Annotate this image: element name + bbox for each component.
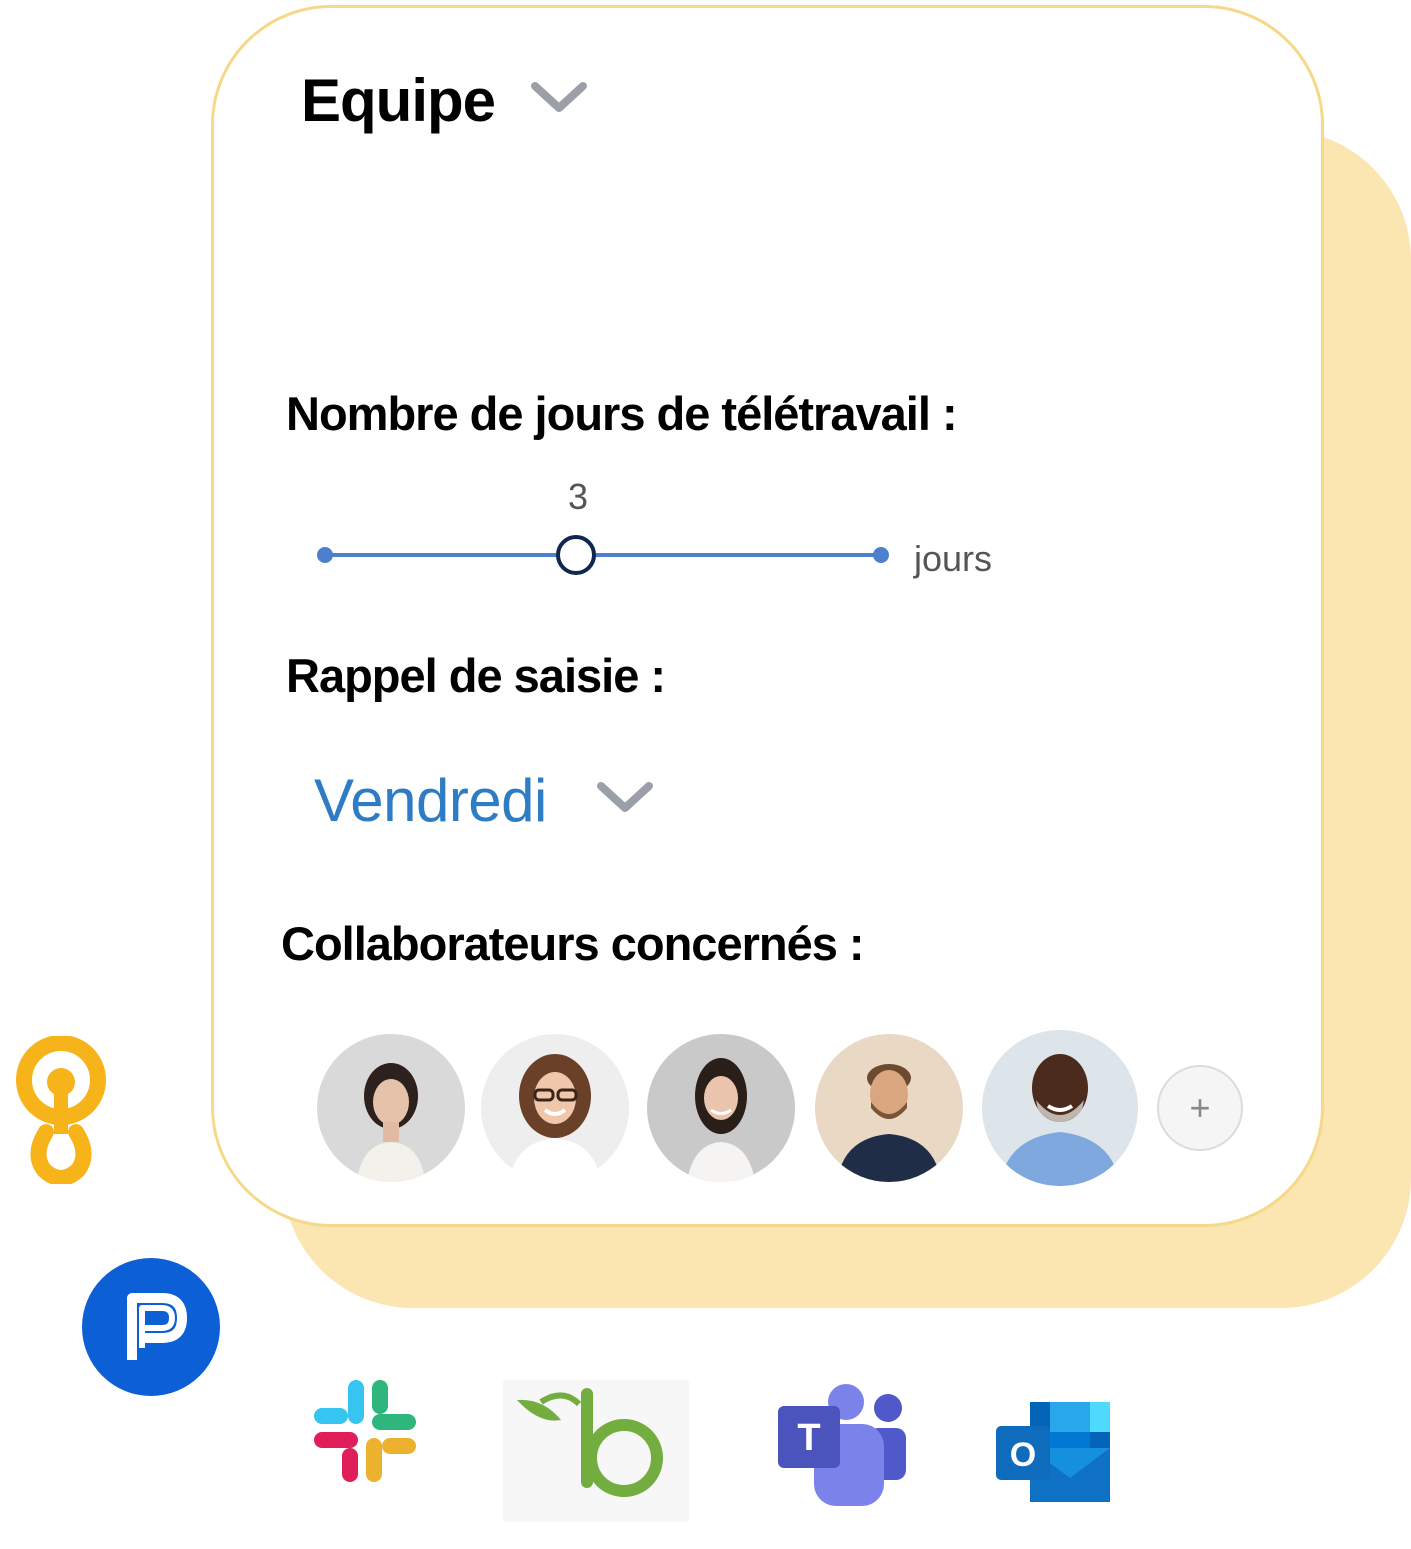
remote-days-title: Nombre de jours de télétravail : <box>286 387 958 440</box>
chevron-down-icon <box>595 780 655 821</box>
bamboohr-icon <box>503 1380 689 1527</box>
teams-letter: T <box>797 1417 820 1459</box>
avatar[interactable] <box>481 1034 629 1182</box>
slider-unit: jours <box>914 538 993 579</box>
team-dropdown[interactable]: Equipe <box>301 66 589 135</box>
avatar[interactable] <box>982 1030 1138 1186</box>
add-collaborator-button[interactable]: + <box>1157 1065 1243 1151</box>
slider-value: 3 <box>567 476 589 517</box>
slider-thumb[interactable] <box>556 535 596 575</box>
settings-card: Equipe Nombre de jours de télétravail : … <box>211 5 1324 1227</box>
plus-icon: + <box>1189 1087 1211 1128</box>
day-label: Vendredi <box>314 767 547 834</box>
slack-icon <box>312 1378 418 1489</box>
microsoft-teams-icon: T <box>776 1382 910 1511</box>
avatar[interactable] <box>815 1034 963 1182</box>
reminder-title: Rappel de saisie : <box>286 649 666 702</box>
outlook-icon: O <box>996 1402 1114 1509</box>
day-dropdown[interactable]: Vendredi <box>314 766 655 835</box>
outlook-letter: O <box>1010 1436 1036 1474</box>
avatar[interactable] <box>317 1034 465 1182</box>
collaborators-title: Collaborateurs concernés : <box>281 917 865 970</box>
slider-start-dot <box>317 547 333 563</box>
team-label: Equipe <box>301 67 496 134</box>
p-logo-icon <box>82 1258 220 1401</box>
slider-track[interactable] <box>324 553 884 557</box>
orange-integration-icon <box>14 1035 110 1189</box>
slider-end-dot <box>873 547 889 563</box>
chevron-down-icon <box>529 80 589 121</box>
avatar[interactable] <box>647 1034 795 1182</box>
